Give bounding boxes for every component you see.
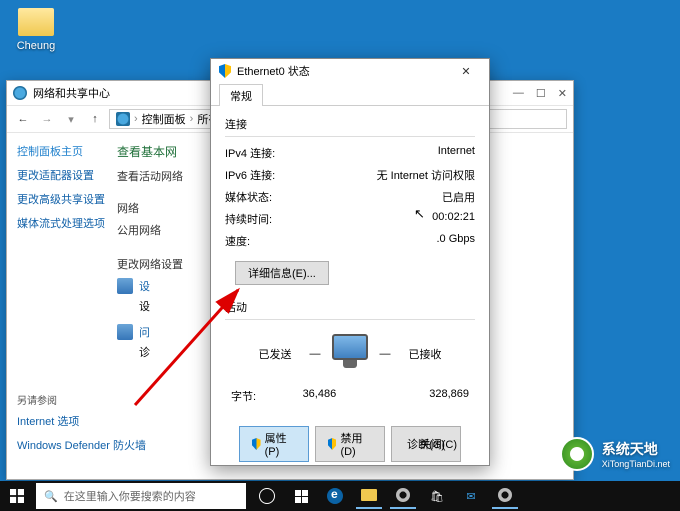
- chevron-right-icon: ›: [134, 113, 138, 125]
- speed-value: .0 Gbps: [436, 233, 475, 249]
- close-button[interactable]: ✕: [558, 87, 567, 100]
- ipv6-value: 无 Internet 访问权限: [377, 167, 475, 183]
- sidebar-firewall[interactable]: Windows Defender 防火墙: [17, 437, 146, 453]
- folder-icon: [18, 8, 54, 36]
- connection-section-label: 连接: [225, 116, 475, 132]
- media-value: 已启用: [442, 189, 475, 205]
- folder-icon: [361, 489, 377, 501]
- desktop-icon-folder[interactable]: Cheung: [8, 8, 64, 52]
- properties-button[interactable]: 属性(P): [239, 426, 309, 462]
- shield-icon: [219, 64, 231, 78]
- gear-icon: [498, 488, 512, 502]
- computer-activity-icon: [325, 334, 375, 374]
- maximize-button[interactable]: ☐: [536, 87, 546, 100]
- gear-icon: [396, 488, 410, 502]
- watermark-url: XiTongTianDi.net: [602, 459, 670, 469]
- chevron-right-icon: ›: [190, 113, 194, 125]
- ipv6-label: IPv6 连接:: [225, 167, 275, 183]
- received-label: 已接收: [395, 346, 455, 362]
- troubleshoot-icon: [117, 324, 133, 340]
- mouse-cursor-icon: ↖: [414, 206, 425, 222]
- setup-connection-desc: 设: [139, 298, 150, 314]
- duration-label: 持续时间:: [225, 211, 272, 227]
- sent-label: 已发送: [245, 346, 305, 362]
- nav-up-button[interactable]: ↑: [85, 113, 105, 125]
- bytes-label: 字节:: [231, 388, 256, 404]
- dialog-close-button[interactable]: ✕: [451, 65, 481, 78]
- dialog-titlebar[interactable]: Ethernet0 状态 ✕: [211, 59, 489, 83]
- edge-button[interactable]: [322, 483, 348, 509]
- taskbar: 🔍 在这里输入你要搜索的内容 🛍 ✉: [0, 481, 680, 511]
- sidebar-media-streaming[interactable]: 媒体流式处理选项: [17, 215, 107, 231]
- sidebar-home[interactable]: 控制面板主页: [17, 143, 107, 159]
- sidebar-advanced-sharing[interactable]: 更改高级共享设置: [17, 191, 107, 207]
- details-button[interactable]: 详细信息(E)...: [235, 261, 329, 285]
- task-view-icon: [295, 490, 308, 503]
- store-icon: 🛍: [430, 490, 444, 503]
- media-label: 媒体状态:: [225, 189, 272, 205]
- ipv4-label: IPv4 连接:: [225, 145, 275, 161]
- taskbar-search[interactable]: 🔍 在这里输入你要搜索的内容: [36, 483, 246, 509]
- mail-button[interactable]: ✉: [458, 483, 484, 509]
- watermark: 系统天地 XiTongTianDi.net: [560, 437, 670, 471]
- sidebar-seealso-label: 另请参阅: [17, 392, 146, 407]
- search-icon: 🔍: [44, 490, 58, 503]
- received-bytes: 328,869: [429, 388, 469, 404]
- settings-button[interactable]: [492, 483, 518, 509]
- sidebar-internet-options[interactable]: Internet 选项: [17, 413, 146, 429]
- troubleshoot-desc: 诊: [139, 344, 150, 360]
- troubleshoot-link[interactable]: 问: [139, 324, 150, 340]
- disable-button[interactable]: 禁用(D): [315, 426, 385, 462]
- nav-forward-button[interactable]: →: [37, 113, 57, 125]
- shield-icon: [328, 438, 336, 450]
- sidebar-adapter-settings[interactable]: 更改适配器设置: [17, 167, 107, 183]
- cortana-icon: [259, 488, 275, 504]
- cortana-button[interactable]: [254, 483, 280, 509]
- properties-button-label: 属性(P): [265, 430, 296, 458]
- minimize-button[interactable]: —: [513, 87, 524, 100]
- shield-icon: [252, 438, 261, 450]
- network-label: 网络: [117, 200, 187, 216]
- tab-general[interactable]: 常规: [219, 84, 263, 106]
- store-button[interactable]: 🛍: [424, 483, 450, 509]
- activity-section-label: 活动: [225, 299, 475, 315]
- setup-connection-icon: [117, 278, 133, 294]
- sidebar: 控制面板主页 更改适配器设置 更改高级共享设置 媒体流式处理选项 另请参阅 In…: [7, 133, 107, 479]
- ethernet-status-dialog: Ethernet0 状态 ✕ 常规 连接 IPv4 连接: Internet IP…: [210, 58, 490, 466]
- breadcrumb-icon: [116, 112, 130, 126]
- search-placeholder: 在这里输入你要搜索的内容: [64, 488, 196, 504]
- close-dialog-button[interactable]: 关闭(C): [402, 433, 475, 455]
- breadcrumb-root[interactable]: 控制面板: [142, 111, 186, 127]
- watermark-logo-icon: [560, 437, 594, 471]
- file-explorer-button[interactable]: [356, 483, 382, 509]
- window-title: 网络和共享中心: [33, 85, 110, 101]
- disable-button-label: 禁用(D): [340, 430, 372, 458]
- task-view-button[interactable]: [288, 483, 314, 509]
- network-icon: [13, 86, 27, 100]
- network-type: 公用网络: [117, 222, 187, 238]
- windows-logo-icon: [10, 489, 24, 503]
- dialog-title: Ethernet0 状态: [237, 63, 310, 79]
- desktop-icon-label: Cheung: [17, 40, 56, 52]
- ipv4-value: Internet: [438, 145, 475, 161]
- setup-connection-link[interactable]: 设: [139, 278, 150, 294]
- sent-bytes: 36,486: [303, 388, 337, 404]
- speed-label: 速度:: [225, 233, 250, 249]
- start-button[interactable]: [0, 481, 34, 511]
- dialog-tabs: 常规: [211, 83, 489, 105]
- edge-icon: [327, 488, 343, 504]
- control-panel-button[interactable]: [390, 483, 416, 509]
- nav-back-button[interactable]: ←: [13, 113, 33, 125]
- nav-history-button[interactable]: ▾: [61, 113, 81, 126]
- duration-value: 00:02:21: [432, 211, 475, 227]
- divider: [225, 319, 475, 320]
- mail-icon: ✉: [466, 490, 475, 503]
- divider: [225, 136, 475, 137]
- watermark-name: 系统天地: [602, 439, 670, 459]
